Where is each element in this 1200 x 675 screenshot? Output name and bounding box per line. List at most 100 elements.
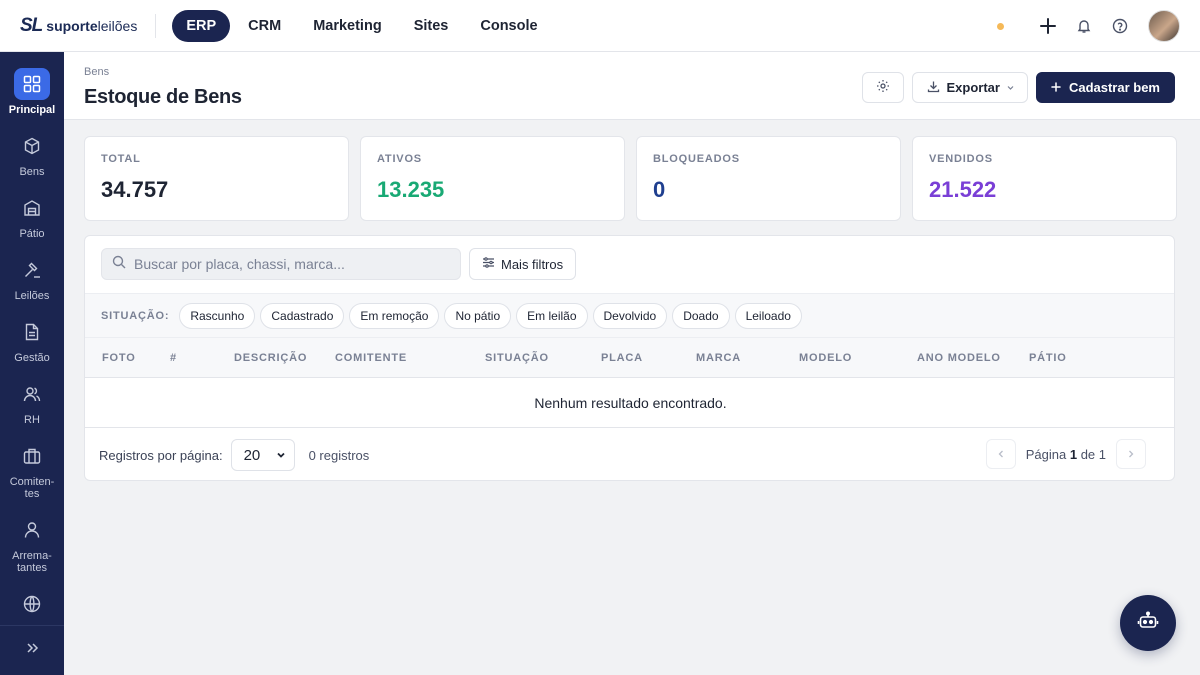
brand-logo[interactable]: SL suporteleilões bbox=[20, 13, 157, 38]
sidebar-item-patio[interactable]: Pátio bbox=[0, 192, 64, 240]
sidebar-item-label: Bens bbox=[19, 166, 45, 178]
search-icon bbox=[112, 255, 126, 274]
sidebar-item-gestao[interactable]: Gestão bbox=[0, 316, 64, 364]
column-header-modelo[interactable]: MODELO bbox=[799, 352, 852, 364]
column-header-marca[interactable]: MARCA bbox=[696, 352, 741, 364]
per-page-select[interactable]: 20 bbox=[230, 439, 295, 471]
empty-state-message: Nenhum resultado encontrado. bbox=[85, 378, 1174, 428]
next-page-button[interactable] bbox=[1116, 439, 1146, 469]
status-chip-doado[interactable]: Doado bbox=[672, 302, 730, 329]
download-icon bbox=[927, 80, 940, 96]
stat-value: 21.522 bbox=[929, 177, 997, 202]
users-icon bbox=[14, 378, 50, 410]
top-actions bbox=[997, 10, 1180, 42]
top-nav: ERP CRM Marketing Sites Console bbox=[172, 9, 551, 42]
topnav-erp[interactable]: ERP bbox=[172, 9, 231, 42]
more-filters-label: Mais filtros bbox=[501, 256, 564, 272]
more-filters-button[interactable]: Mais filtros bbox=[469, 248, 577, 280]
column-header-patio[interactable]: PÁTIO bbox=[1029, 352, 1067, 364]
topnav-marketing[interactable]: Marketing bbox=[299, 10, 396, 42]
breadcrumb[interactable]: Bens bbox=[84, 66, 109, 78]
brand-name: suporteleilões bbox=[46, 17, 138, 34]
chatbot-button[interactable] bbox=[1120, 595, 1176, 651]
sidebar: Principal Bens Pátio Leilões Gestão RH C… bbox=[0, 52, 64, 675]
warehouse-icon bbox=[14, 192, 50, 224]
grid-icon bbox=[14, 68, 50, 100]
create-asset-button[interactable]: Cadastrar bem bbox=[1035, 72, 1175, 103]
sidebar-item-arrematantes[interactable]: Arrema- tantes bbox=[0, 514, 64, 574]
sidebar-item-leiloes[interactable]: Leilões bbox=[0, 254, 64, 302]
chevron-left-icon bbox=[998, 450, 1003, 458]
column-header-ano-modelo[interactable]: ANO MODELO bbox=[917, 352, 1001, 364]
sidebar-toggle[interactable] bbox=[0, 625, 64, 675]
status-chip-no-patio[interactable]: No pátio bbox=[444, 302, 512, 329]
pagination: Página 1 de 1 bbox=[985, 439, 1146, 469]
settings-button[interactable] bbox=[862, 72, 905, 103]
bell-icon[interactable] bbox=[1066, 10, 1102, 42]
topnav-sites[interactable]: Sites bbox=[400, 10, 463, 42]
status-filter-label: SITUAÇÃO: bbox=[101, 309, 170, 322]
plus-icon[interactable] bbox=[1030, 10, 1066, 42]
sidebar-item-label: RH bbox=[24, 414, 40, 426]
column-header-number[interactable]: # bbox=[170, 352, 177, 364]
page-header: Bens Estoque de Bens Exportar Cadastrar … bbox=[64, 52, 1200, 120]
sidebar-item-rh[interactable]: RH bbox=[0, 378, 64, 426]
status-chip-cadastrado[interactable]: Cadastrado bbox=[260, 302, 345, 329]
topnav-crm[interactable]: CRM bbox=[234, 10, 295, 42]
create-label: Cadastrar bem bbox=[1068, 80, 1160, 95]
sidebar-item-comitentes[interactable]: Comiten- tes bbox=[0, 440, 64, 500]
sidebar-item-label: Principal bbox=[8, 104, 56, 116]
table-header: FOTO # DESCRIÇÃO COMITENTE SITUAÇÃO PLAC… bbox=[85, 337, 1174, 378]
status-chip-em-remocao[interactable]: Em remoção bbox=[349, 302, 440, 329]
column-header-placa[interactable]: PLACA bbox=[601, 352, 643, 364]
per-page-value: 20 bbox=[243, 446, 261, 464]
status-chip-leiloado[interactable]: Leiloado bbox=[734, 302, 802, 329]
status-filter-row: SITUAÇÃO: Rascunho Cadastrado Em remoção… bbox=[85, 293, 1174, 337]
page-indicator: Página 1 de 1 bbox=[1025, 446, 1106, 462]
avatar[interactable] bbox=[1148, 10, 1180, 42]
page-title: Estoque de Bens bbox=[84, 86, 242, 108]
stat-card-ativos: ATIVOS 13.235 bbox=[360, 136, 625, 221]
stat-value: 34.757 bbox=[101, 177, 169, 202]
assets-table-card: Mais filtros SITUAÇÃO: Rascunho Cadastra… bbox=[84, 235, 1175, 481]
per-page-label: Registros por página: bbox=[99, 447, 223, 463]
chevrons-right-icon bbox=[25, 641, 39, 660]
top-bar: SL suporteleilões ERP CRM Marketing Site… bbox=[0, 0, 1200, 52]
search-input[interactable] bbox=[134, 256, 454, 272]
help-icon[interactable] bbox=[1102, 10, 1138, 42]
search-box[interactable] bbox=[101, 248, 461, 280]
box-icon bbox=[14, 130, 50, 162]
sidebar-item-bens[interactable]: Bens bbox=[0, 130, 64, 178]
stat-card-vendidos: VENDIDOS 21.522 bbox=[912, 136, 1177, 221]
sidebar-item-label: Gestão bbox=[14, 352, 50, 364]
status-chip-rascunho[interactable]: Rascunho bbox=[179, 302, 256, 329]
sidebar-item-sites[interactable] bbox=[0, 588, 64, 624]
column-header-foto[interactable]: FOTO bbox=[102, 352, 136, 364]
status-chip-devolvido[interactable]: Devolvido bbox=[592, 302, 668, 329]
briefcase-icon bbox=[14, 440, 50, 472]
topnav-console[interactable]: Console bbox=[466, 10, 551, 42]
sidebar-item-label: Comiten- tes bbox=[9, 476, 55, 500]
chevron-down-icon bbox=[276, 447, 286, 464]
sidebar-item-label: Pátio bbox=[19, 228, 45, 240]
stat-value: 13.235 bbox=[377, 177, 445, 202]
chevron-down-icon bbox=[1006, 80, 1015, 95]
export-label: Exportar bbox=[946, 80, 1000, 95]
stat-label: TOTAL bbox=[101, 153, 141, 165]
column-header-descricao[interactable]: DESCRIÇÃO bbox=[234, 352, 307, 364]
export-button[interactable]: Exportar bbox=[912, 72, 1028, 103]
stat-card-total: TOTAL 34.757 bbox=[84, 136, 349, 221]
sidebar-item-label: Arrema- tantes bbox=[12, 550, 52, 574]
column-header-situacao[interactable]: SITUAÇÃO bbox=[485, 352, 549, 364]
stats-row: TOTAL 34.757 ATIVOS 13.235 BLOQUEADOS 0 … bbox=[84, 136, 1177, 221]
gavel-icon bbox=[14, 254, 50, 286]
previous-page-button[interactable] bbox=[985, 439, 1016, 469]
column-header-comitente[interactable]: COMITENTE bbox=[335, 352, 407, 364]
table-footer: Registros por página: 20 0 registros Pág… bbox=[85, 428, 1174, 480]
plus-icon bbox=[1051, 80, 1061, 95]
user-icon bbox=[14, 514, 50, 546]
sidebar-item-principal[interactable]: Principal bbox=[0, 68, 64, 116]
status-chip-em-leilao[interactable]: Em leilão bbox=[516, 302, 588, 329]
records-count: 0 registros bbox=[308, 447, 370, 463]
stat-card-bloqueados: BLOQUEADOS 0 bbox=[636, 136, 901, 221]
